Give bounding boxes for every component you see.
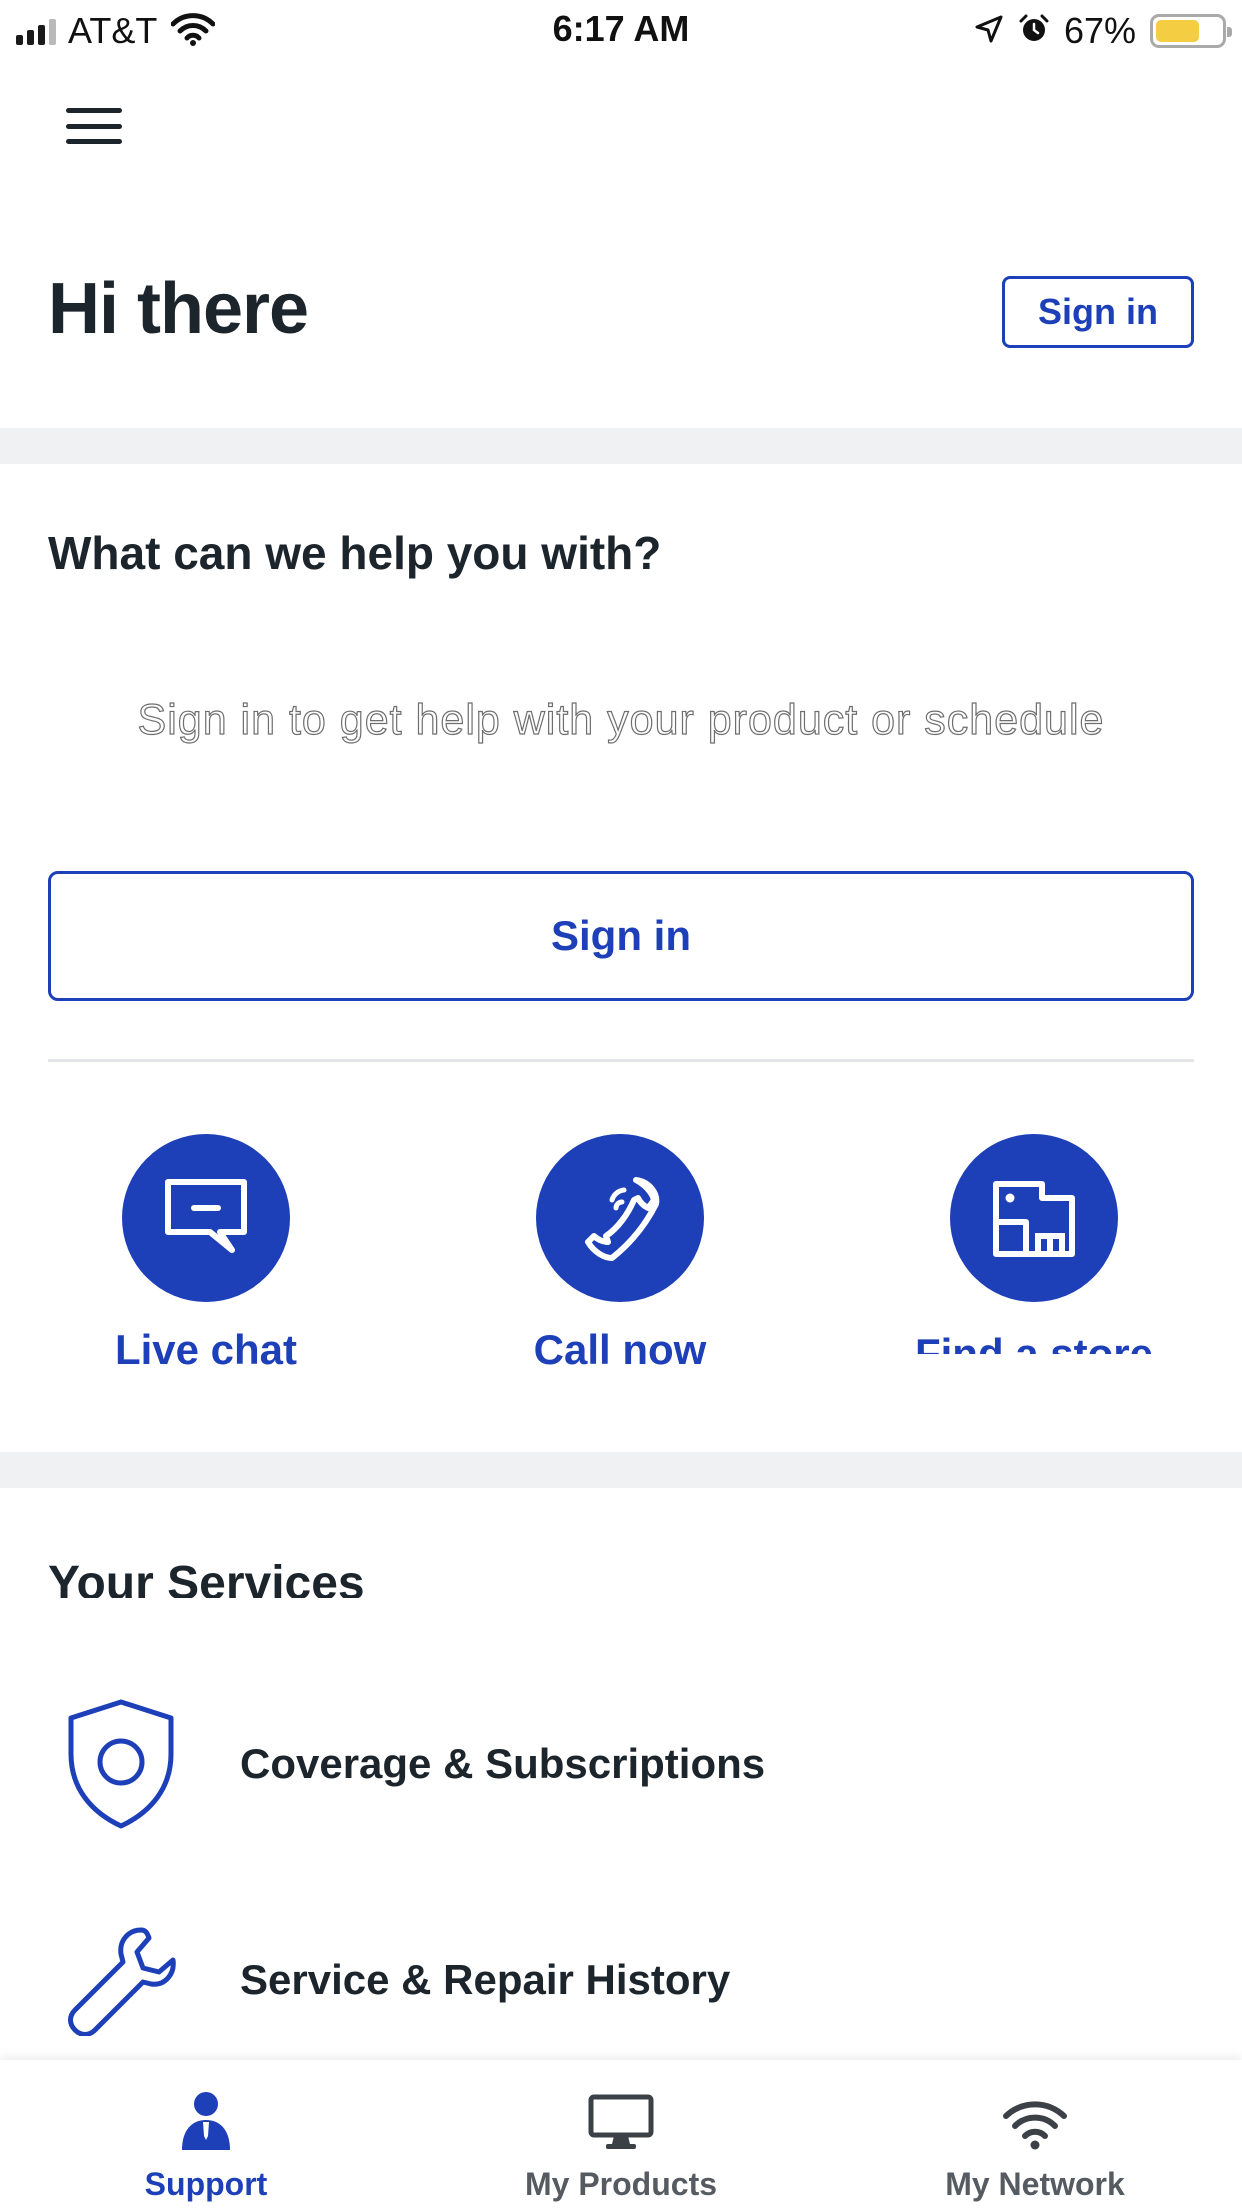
divider xyxy=(48,1059,1194,1062)
shield-icon xyxy=(56,1694,186,1834)
help-section-title: What can we help you with? xyxy=(48,527,662,579)
status-bar: AT&T 6:17 AM 67% xyxy=(0,0,1242,62)
call-now-label[interactable]: Call now xyxy=(534,1326,707,1374)
find-store-label[interactable]: Find a store xyxy=(915,1326,1153,1354)
nav-label[interactable]: Support xyxy=(145,2166,268,2203)
hamburger-menu-icon[interactable] xyxy=(66,104,122,148)
nav-tab-support[interactable]: Support xyxy=(76,2060,336,2208)
service-item-label[interactable]: Service & Repair History xyxy=(240,1956,730,2004)
nav-label[interactable]: My Network xyxy=(945,2166,1125,2203)
battery-icon xyxy=(1150,14,1232,48)
bottom-navigation: Support My Products My Network xyxy=(0,2060,1242,2208)
services-section-title: Your Services xyxy=(48,1557,365,1598)
live-chat-label[interactable]: Live chat xyxy=(115,1326,297,1374)
section-divider-band xyxy=(0,1452,1242,1488)
header-sign-in-button[interactable]: Sign in xyxy=(1002,276,1194,348)
service-item-coverage[interactable]: Coverage & Subscriptions xyxy=(0,1684,1242,1844)
help-sign-in-button[interactable]: Sign in xyxy=(48,871,1194,1001)
service-item-label[interactable]: Coverage & Subscriptions xyxy=(240,1740,765,1788)
alarm-icon xyxy=(1018,13,1050,50)
battery-percent: 67% xyxy=(1063,10,1136,51)
store-tag-icon[interactable] xyxy=(950,1134,1118,1302)
greeting-title: Hi there xyxy=(48,269,309,349)
find-store-action[interactable]: Find a store xyxy=(914,1134,1154,1354)
live-chat-action[interactable]: Live chat xyxy=(86,1134,326,1374)
chat-bubble-icon[interactable] xyxy=(122,1134,290,1302)
wifi-icon[interactable] xyxy=(1002,2086,1068,2150)
monitor-icon[interactable] xyxy=(588,2086,654,2150)
wrench-icon xyxy=(56,1910,186,2050)
call-now-action[interactable]: Call now xyxy=(500,1134,740,1374)
phone-icon[interactable] xyxy=(536,1134,704,1302)
status-right: 67% xyxy=(974,10,1232,52)
section-divider-band xyxy=(0,428,1242,464)
nav-tab-my-network[interactable]: My Network xyxy=(905,2060,1165,2208)
nav-tab-my-products[interactable]: My Products xyxy=(491,2060,751,2208)
battery-level-fill xyxy=(1156,20,1199,42)
location-arrow-icon xyxy=(974,14,1004,49)
service-item-repair-history[interactable]: Service & Repair History xyxy=(0,1900,1242,2060)
person-icon[interactable] xyxy=(178,2086,234,2150)
help-description: Sign in to get help with your product or… xyxy=(137,695,1105,744)
nav-label[interactable]: My Products xyxy=(525,2166,717,2203)
